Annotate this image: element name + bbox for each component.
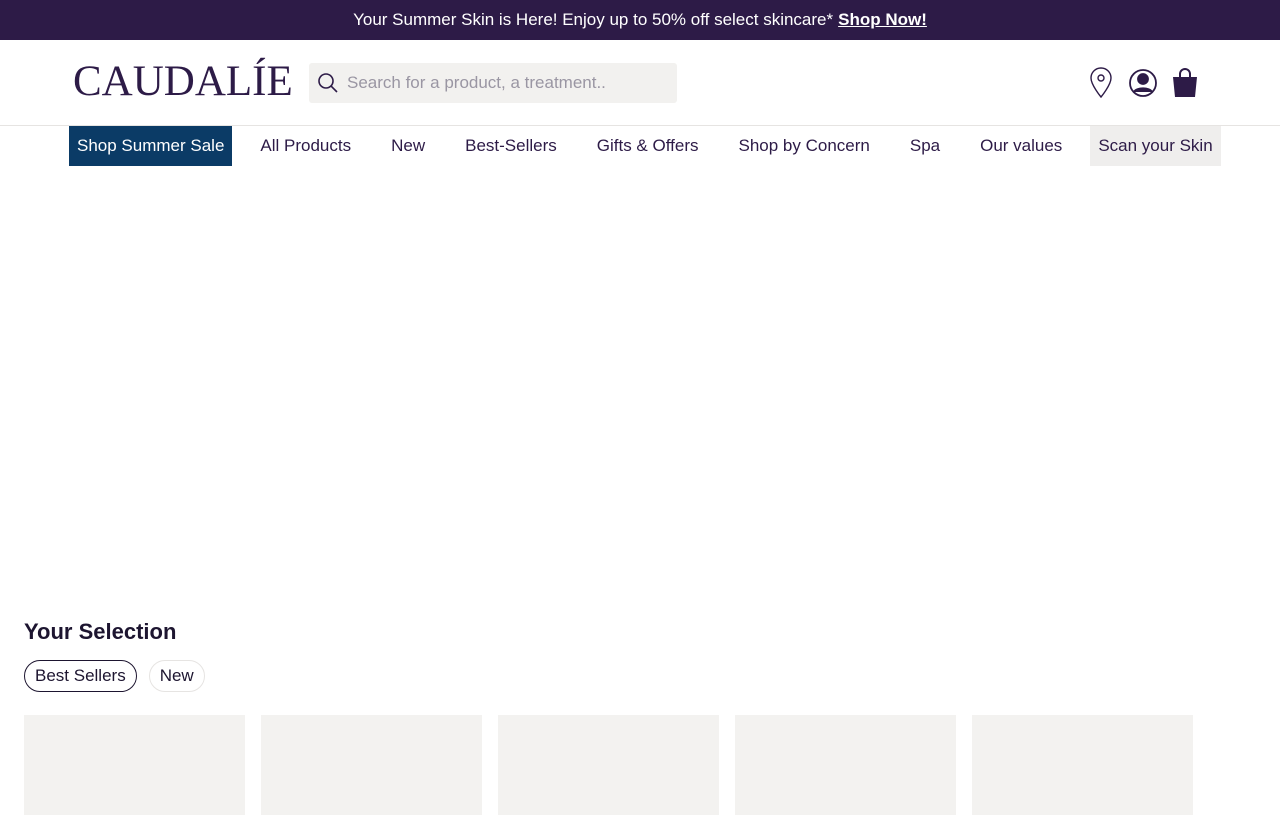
nav-new[interactable]: New — [371, 126, 445, 166]
nav-our-values[interactable]: Our values — [960, 126, 1082, 166]
nav-shop-summer-sale[interactable]: Shop Summer Sale — [69, 126, 233, 166]
your-selection-section: Your Selection Best Sellers New — [0, 614, 1280, 815]
search-icon[interactable] — [309, 63, 347, 103]
header-icons — [1086, 66, 1200, 100]
product-card[interactable] — [735, 715, 956, 815]
location-pin-icon[interactable] — [1086, 66, 1116, 100]
selection-tabs: Best Sellers New — [24, 660, 1280, 692]
nav-gifts-offers[interactable]: Gifts & Offers — [577, 126, 719, 166]
tab-best-sellers[interactable]: Best Sellers — [24, 660, 137, 692]
site-header: CAUDALÍE — [0, 40, 1280, 126]
product-carousel — [24, 715, 1280, 815]
tab-new[interactable]: New — [148, 660, 205, 692]
shopping-bag-icon[interactable] — [1170, 66, 1200, 100]
product-card[interactable] — [498, 715, 719, 815]
main-nav: Shop Summer Sale All Products New Best-S… — [0, 126, 1280, 166]
promo-text: Your Summer Skin is Here! Enjoy up to 50… — [353, 10, 834, 29]
search-bar[interactable] — [309, 63, 677, 103]
shop-now-link[interactable]: Shop Now! — [838, 10, 927, 30]
product-card[interactable] — [24, 715, 245, 815]
nav-shop-by-concern[interactable]: Shop by Concern — [718, 126, 889, 166]
nav-spa[interactable]: Spa — [890, 126, 960, 166]
hero-banner — [0, 166, 1280, 614]
nav-all-products[interactable]: All Products — [240, 126, 371, 166]
promo-bar: Your Summer Skin is Here! Enjoy up to 50… — [0, 0, 1280, 40]
nav-best-sellers[interactable]: Best-Sellers — [445, 126, 577, 166]
product-card[interactable] — [261, 715, 482, 815]
section-title: Your Selection — [24, 619, 177, 644]
account-icon[interactable] — [1128, 66, 1158, 100]
caudalie-logo[interactable]: CAUDALÍE — [73, 58, 293, 106]
nav-scan-your-skin[interactable]: Scan your Skin — [1090, 126, 1221, 166]
search-input[interactable] — [347, 73, 677, 93]
product-card[interactable] — [972, 715, 1193, 815]
